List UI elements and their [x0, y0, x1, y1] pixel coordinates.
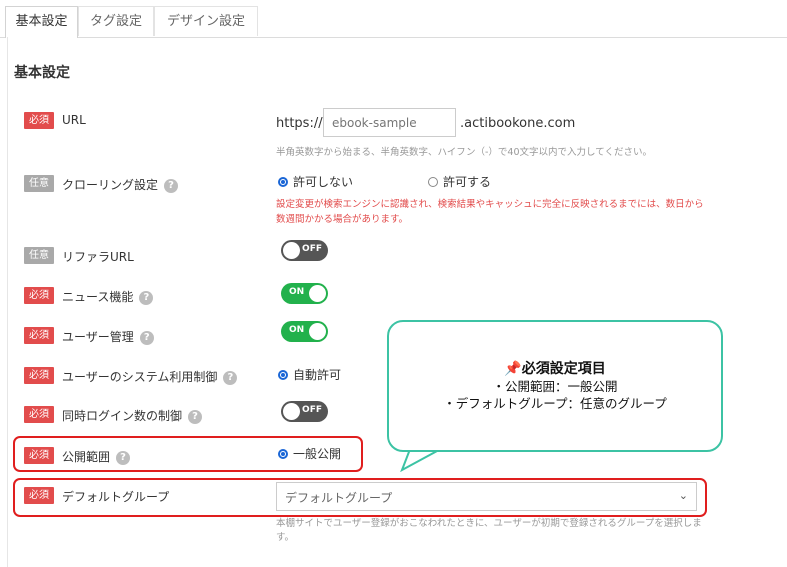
visibility-option-label: 一般公開 [293, 447, 342, 461]
tab-bar: 基本設定 タグ設定 デザイン設定 [0, 0, 787, 38]
url-prefix: https:// [276, 116, 323, 131]
url-suffix: .actibookone.com [460, 116, 576, 131]
callout-line: ・公開範囲：一般公開 [492, 379, 618, 394]
system-use-option-label: 自動許可 [293, 368, 342, 382]
required-settings-callout: 📌必須設定項目 ・公開範囲：一般公開 ・デフォルトグループ：任意のグループ [387, 320, 723, 452]
referrer-toggle[interactable]: OFF [281, 240, 328, 261]
optional-badge: 任意 [24, 175, 54, 192]
default-group-hint: 本棚サイトでユーザー登録がおこなわれたときに、ユーザーが初期で登録されるグループ… [276, 518, 702, 543]
toggle-state: OFF [302, 405, 322, 415]
toggle-state: ON [289, 325, 305, 335]
news-toggle[interactable]: ON [281, 283, 328, 304]
toggle-state: OFF [302, 244, 322, 254]
news-label: ニュース機能? [62, 288, 154, 305]
required-badge: 必須 [24, 327, 54, 344]
concurrent-login-toggle[interactable]: OFF [281, 401, 328, 422]
default-group-selected: デフォルトグループ [285, 491, 393, 505]
callout-title: 📌必須設定項目 [389, 358, 721, 378]
crawling-label: クローリング設定? [62, 176, 179, 193]
required-badge: 必須 [24, 487, 54, 504]
crawling-option-deny-label: 許可しない [293, 175, 354, 189]
news-label-text: ニュース機能 [62, 290, 134, 304]
url-hint: 半角英数字から始まる、半角英数字、ハイフン（-）で40文字以内で入力してください… [276, 147, 652, 158]
toggle-state: ON [289, 287, 305, 297]
help-icon[interactable]: ? [164, 178, 179, 193]
help-icon[interactable]: ? [116, 450, 131, 465]
required-badge: 必須 [24, 447, 54, 464]
help-icon[interactable]: ? [139, 330, 154, 345]
user-mgmt-label: ユーザー管理? [62, 328, 154, 345]
concurrent-login-label: 同時ログイン数の制御? [62, 407, 203, 424]
default-group-select[interactable]: デフォルトグループ ⌄ [276, 482, 697, 511]
section-title: 基本設定 [14, 65, 70, 81]
toggle-knob [283, 403, 300, 420]
toggle-knob [283, 242, 300, 259]
system-use-label: ユーザーのシステム利用制御? [62, 368, 238, 385]
crawling-label-text: クローリング設定 [62, 178, 159, 192]
required-badge: 必須 [24, 287, 54, 304]
callout-title-text: 必須設定項目 [521, 361, 606, 377]
system-use-option-auto[interactable]: 自動許可 [278, 366, 341, 383]
user-mgmt-label-text: ユーザー管理 [62, 330, 134, 344]
pin-icon: 📌 [504, 361, 522, 377]
radio-selected-icon [278, 449, 288, 459]
required-badge: 必須 [24, 406, 54, 423]
tab-basic-settings[interactable]: 基本設定 [5, 6, 78, 38]
radio-unselected-icon [428, 177, 438, 187]
chevron-down-icon: ⌄ [678, 489, 688, 502]
help-icon[interactable]: ? [223, 370, 238, 385]
user-mgmt-toggle[interactable]: ON [281, 321, 328, 342]
callout-line: ・デフォルトグループ：任意のグループ [443, 396, 667, 411]
visibility-label-text: 公開範囲 [62, 450, 111, 464]
toggle-knob [309, 323, 326, 340]
crawling-option-allow[interactable]: 許可する [428, 173, 491, 190]
radio-selected-icon [278, 370, 288, 380]
url-label: URL [62, 113, 86, 127]
tab-design-settings[interactable]: デザイン設定 [154, 6, 258, 36]
referrer-label: リファラURL [62, 250, 134, 264]
tab-tag-settings[interactable]: タグ設定 [78, 6, 154, 36]
system-use-label-text: ユーザーのシステム利用制御 [62, 370, 218, 384]
required-badge: 必須 [24, 112, 54, 129]
crawling-warning: 設定変更が検索エンジンに認識され、検索結果やキャッシュに完全に反映されるまでには… [276, 199, 704, 225]
crawling-option-deny[interactable]: 許可しない [278, 173, 353, 190]
help-icon[interactable]: ? [139, 290, 154, 305]
concurrent-login-label-text: 同時ログイン数の制御 [62, 409, 183, 423]
crawling-option-allow-label: 許可する [443, 175, 492, 189]
optional-badge: 任意 [24, 247, 54, 264]
toggle-knob [309, 285, 326, 302]
default-group-label: デフォルトグループ [62, 490, 170, 504]
visibility-label: 公開範囲? [62, 448, 131, 465]
radio-selected-icon [278, 177, 288, 187]
visibility-option-public[interactable]: 一般公開 [278, 445, 341, 462]
required-badge: 必須 [24, 367, 54, 384]
url-subdomain-input[interactable] [323, 108, 456, 137]
help-icon[interactable]: ? [188, 409, 203, 424]
